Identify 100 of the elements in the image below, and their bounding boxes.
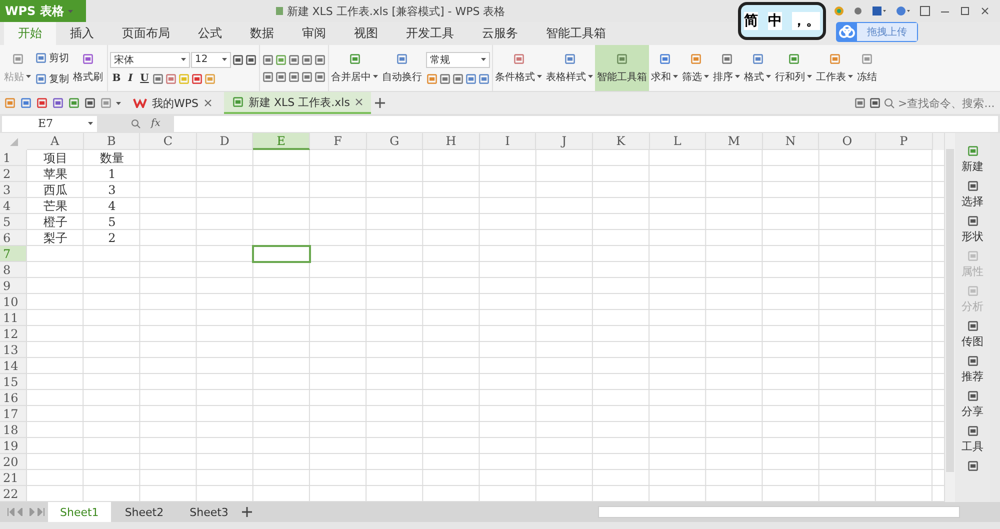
row-header[interactable]: 12 [0,326,27,342]
column-header[interactable]: P [876,133,932,150]
column-header[interactable]: M [706,133,763,150]
ribbon-button[interactable]: 条件格式 [493,45,544,91]
side-panel-item[interactable]: 推荐 [962,355,984,384]
ribbon-button[interactable]: 筛选 [680,45,711,91]
ribbon-tab[interactable]: 开始 [4,22,56,45]
column-header[interactable]: O [819,133,876,150]
row-header[interactable]: 19 [0,438,27,454]
ribbon-tab[interactable]: 页面布局 [108,22,184,45]
column-header[interactable]: D [196,133,254,150]
ribbon-tab[interactable]: 视图 [340,22,392,45]
ribbon-tab[interactable]: 公式 [184,22,236,45]
ribbon-button[interactable]: 冻结 [855,45,879,91]
column-header[interactable]: K [592,133,650,150]
row-header[interactable]: 6 [0,230,27,246]
settings-icon[interactable] [854,7,862,15]
name-box[interactable]: E7 [2,116,97,132]
underline-button[interactable]: U [138,73,151,84]
ribbon-tab[interactable]: 插入 [56,22,108,45]
help-icon[interactable] [896,6,910,16]
row-header[interactable]: 9 [0,278,27,294]
cut-button[interactable]: 剪切 [34,50,70,66]
copy-button[interactable]: 复制 [34,70,70,86]
document-tab[interactable]: 新建 XLS 工作表.xls [224,92,371,114]
row-header[interactable]: 17 [0,406,27,422]
row-header[interactable]: 3 [0,182,27,198]
close-icon[interactable] [354,98,363,106]
sheet-tab[interactable]: Sheet1 [48,502,111,522]
row-header[interactable]: 16 [0,390,27,406]
side-panel-item[interactable]: 传图 [962,320,984,349]
column-header[interactable]: E [253,133,310,150]
restore-icon[interactable] [920,6,930,16]
horizontal-scrollbar[interactable] [598,506,960,518]
ribbon-button[interactable]: 求和 [649,45,680,91]
font-family-dropdown[interactable]: 宋体 [110,52,190,68]
ribbon-button[interactable]: 格式 [742,45,773,91]
ribbon-button[interactable]: 表格样式 [544,45,595,91]
close-icon[interactable] [204,99,212,107]
column-header[interactable]: L [650,133,706,150]
column-header[interactable]: J [536,133,593,150]
row-header[interactable]: 13 [0,342,27,358]
skin-icon[interactable] [834,6,844,16]
side-panel-item[interactable]: 工具 [962,425,984,454]
row-header[interactable]: 10 [0,294,27,310]
column-header[interactable]: G [366,133,424,150]
row-header[interactable]: 11 [0,310,27,326]
side-panel-item[interactable]: 分享 [962,390,984,419]
row-header[interactable]: 14 [0,358,27,374]
ribbon-tab[interactable]: 审阅 [288,22,340,45]
ribbon-button[interactable]: 智能工具箱 [595,45,649,91]
caret-icon [481,58,486,61]
row-header[interactable]: 21 [0,470,27,486]
italic-button[interactable]: I [124,73,137,84]
vertical-scrollbar[interactable] [944,133,955,502]
column-header[interactable]: N [762,133,820,150]
ribbon-tab[interactable]: 云服务 [468,22,532,45]
row-header[interactable]: 7 [0,246,27,262]
ribbon-button[interactable]: 自动换行 [380,45,424,91]
row-header[interactable]: 5 [0,214,27,230]
add-tab-icon[interactable] [374,98,385,108]
add-sheet-icon[interactable] [242,507,252,517]
ribbon-tab[interactable]: 智能工具箱 [532,22,620,45]
row-header[interactable]: 15 [0,374,27,390]
row-header[interactable]: 22 [0,486,27,502]
search-icon[interactable] [884,98,895,108]
row-header[interactable]: 4 [0,198,27,214]
column-header[interactable]: I [480,133,536,150]
ribbon-button[interactable]: 行和列 [773,45,814,91]
column-header[interactable]: A [27,133,84,150]
column-header[interactable]: F [310,133,367,150]
formula-input[interactable] [174,116,998,132]
ribbon-button[interactable]: 合并居中 [329,45,380,91]
number-format-dropdown[interactable]: 常规 [426,52,490,68]
side-panel-item[interactable]: 选择 [962,180,984,209]
column-header[interactable]: C [140,133,197,150]
row-header[interactable]: 1 [0,150,27,166]
font-size-dropdown[interactable]: 12 [191,52,231,68]
row-header[interactable]: 8 [0,262,27,278]
zoom-icon[interactable] [131,118,141,128]
row-header[interactable]: 2 [0,166,27,182]
panel-icon [966,355,978,367]
column-header[interactable]: B [84,133,140,150]
row-header[interactable]: 20 [0,454,27,470]
skin-menu-icon[interactable] [872,6,886,16]
side-panel-item[interactable]: 形状 [962,215,984,244]
ribbon-tab[interactable]: 开发工具 [392,22,468,45]
side-panel-item[interactable]: 新建 [962,145,984,174]
app-menu-button[interactable]: WPS 表格 [0,0,86,22]
ribbon-button[interactable]: 工作表 [814,45,855,91]
ribbon-tab[interactable]: 数据 [236,22,288,45]
bold-button[interactable]: B [110,73,123,84]
ribbon-button[interactable]: 排序 [711,45,742,91]
format-painter-button[interactable]: 格式刷 [71,50,105,86]
search-field[interactable]: >查找命令、搜索... [898,96,996,110]
row-header[interactable]: 18 [0,422,27,438]
close-icon[interactable] [980,6,990,16]
maximize-icon[interactable] [960,6,970,16]
column-header[interactable]: H [423,133,480,150]
function-label[interactable]: fx [147,118,168,129]
